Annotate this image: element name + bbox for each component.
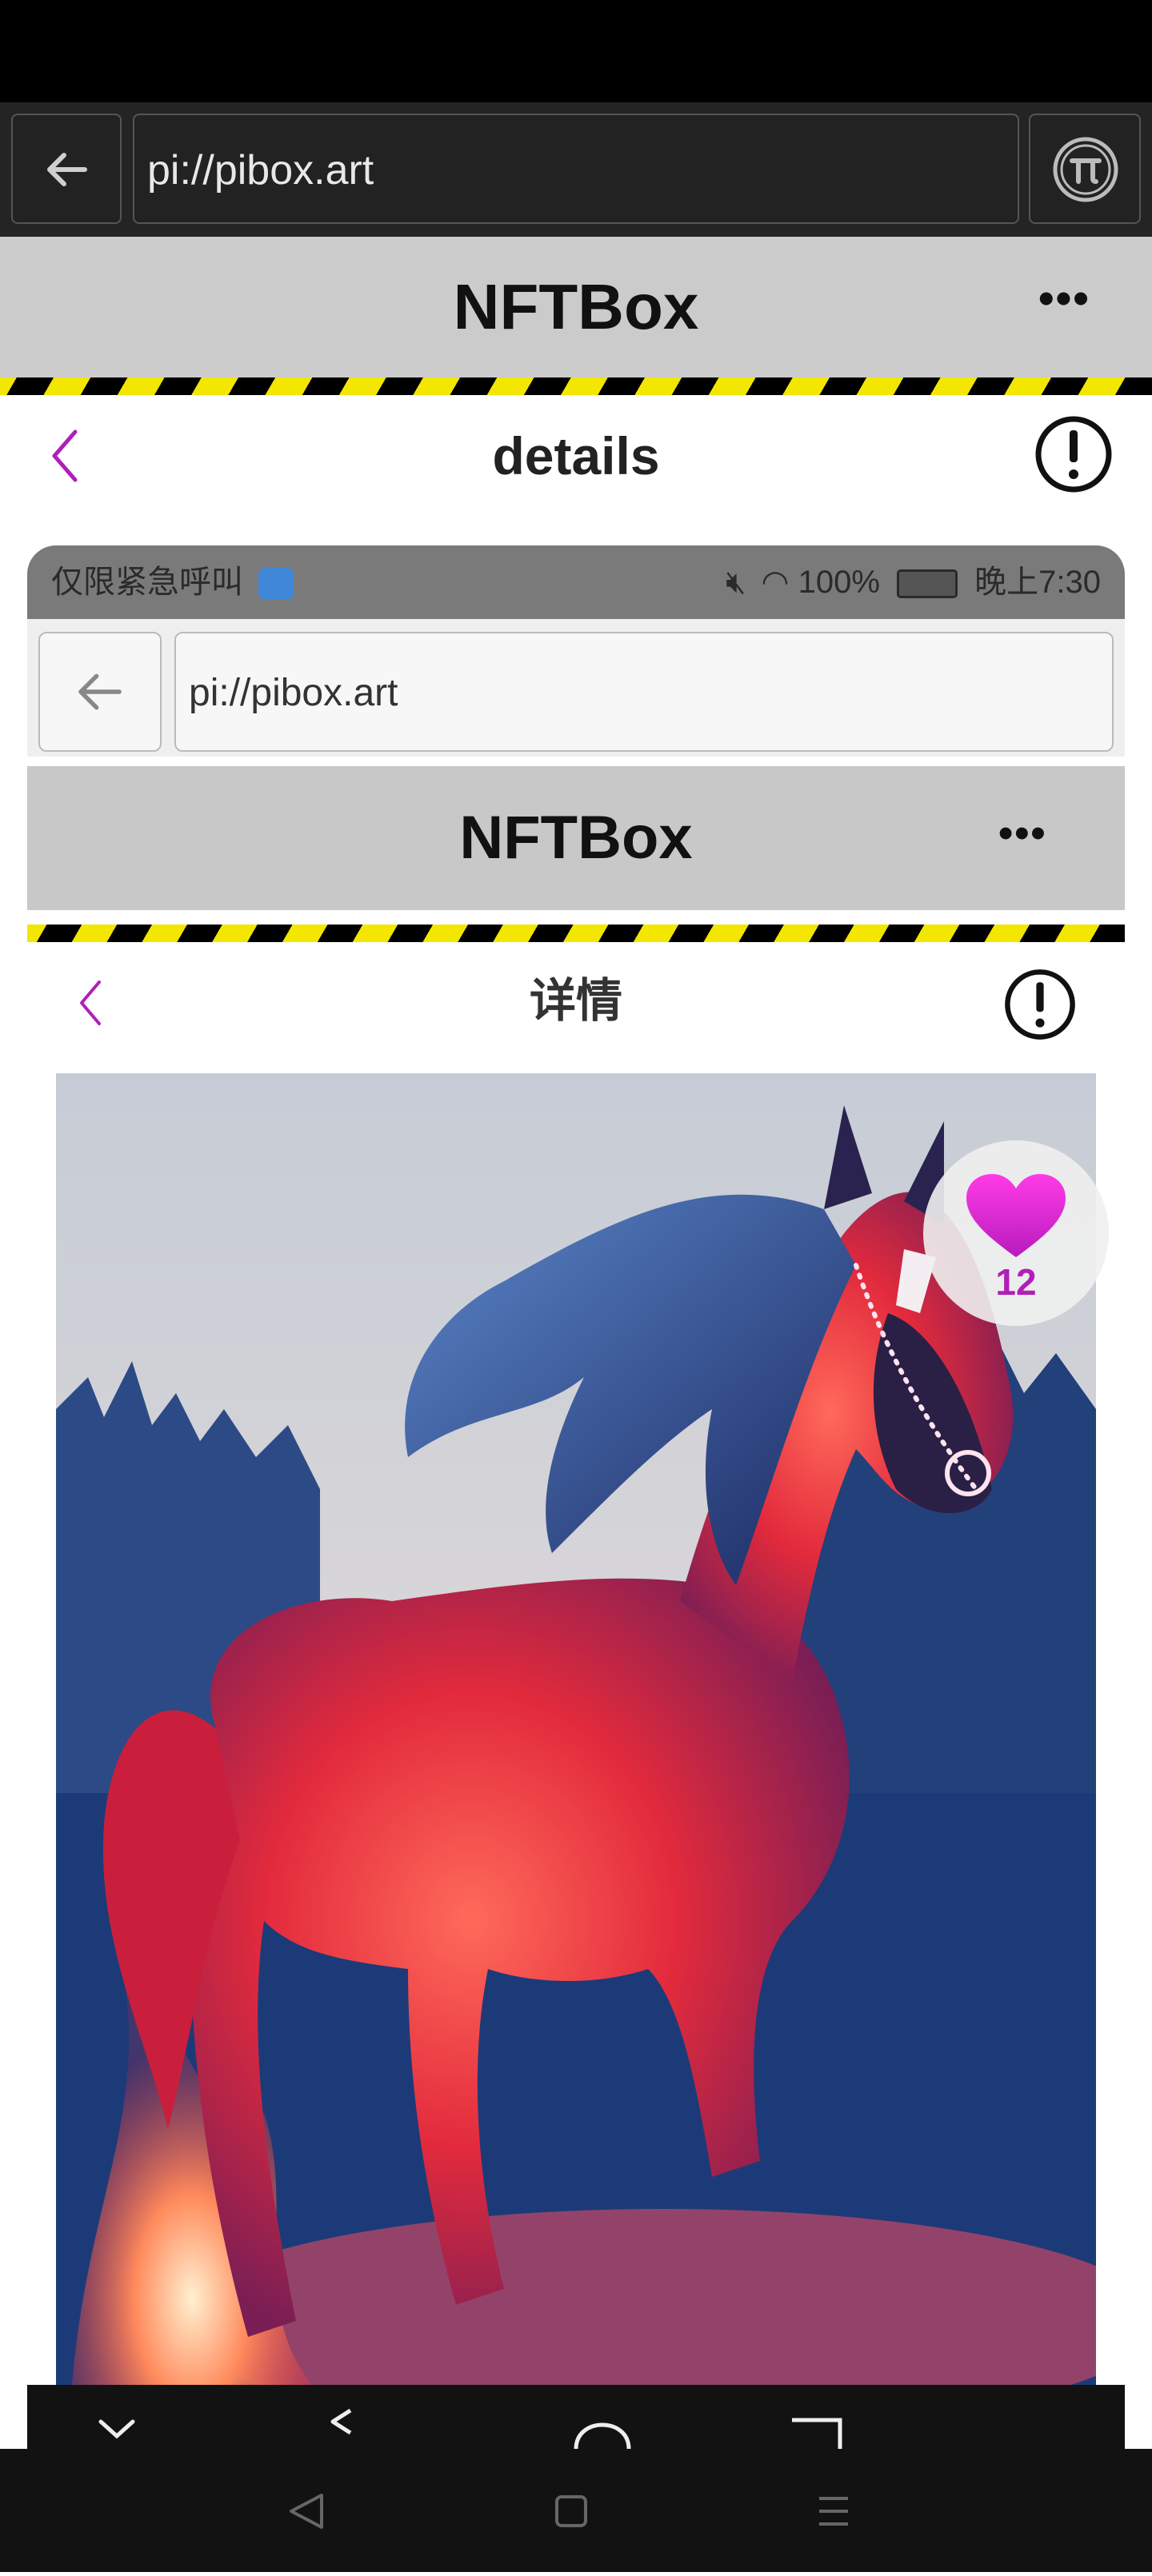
browser-back-button[interactable]	[11, 114, 122, 224]
status-bar	[0, 0, 1152, 102]
nav-back-icon	[290, 2494, 323, 2529]
network-globe-icon	[258, 568, 294, 601]
url-text: pi://pibox.art	[147, 147, 374, 194]
inner-url-field[interactable]: pi://pibox.art	[174, 632, 1114, 752]
inner-navigation-bar	[27, 2385, 1125, 2449]
inner-app-title: NFTBox	[459, 804, 693, 872]
inner-back-button[interactable]	[38, 632, 162, 752]
more-dots-icon[interactable]: •••	[1038, 272, 1090, 324]
battery-icon	[897, 569, 958, 599]
battery-percent: 100%	[798, 565, 880, 600]
like-count: 12	[995, 1261, 1037, 1303]
nav-recents-icon	[819, 2497, 848, 2526]
app-title: NFTBox	[453, 271, 699, 342]
info-circle-icon[interactable]	[1032, 413, 1115, 500]
nav-recents-icon	[792, 2418, 842, 2449]
inner-status-right: 🔇︎ ◠ 100% 晚上7:30	[726, 545, 1101, 619]
inner-details-title: 详情	[529, 975, 622, 1027]
like-badge[interactable]: 12	[923, 1140, 1109, 1326]
nav-back-icon	[330, 2408, 352, 2435]
nav-home-icon	[555, 2495, 587, 2527]
heart-icon	[966, 1174, 1066, 1257]
nav-home-icon	[574, 2422, 631, 2449]
info-circle-icon[interactable]	[1002, 966, 1078, 1047]
pi-browser-button[interactable]	[1029, 114, 1141, 224]
inner-status-left: 仅限紧急呼叫	[51, 545, 294, 619]
embedded-screenshot: 仅限紧急呼叫 🔇︎ ◠ 100% 晚上7:30 pi://pibox.art N…	[27, 545, 1125, 2385]
back-arrow-icon	[78, 673, 122, 710]
emergency-call-text: 仅限紧急呼叫	[51, 565, 243, 600]
inner-hazard-stripe	[27, 925, 1125, 942]
more-dots-icon[interactable]: •••	[998, 809, 1047, 857]
mute-icon: 🔇︎	[726, 565, 746, 600]
url-field[interactable]: pi://pibox.art	[133, 114, 1019, 224]
system-navigation-bar	[0, 2449, 1152, 2572]
status-time: 晚上7:30	[974, 565, 1101, 600]
details-title: details	[492, 426, 660, 485]
wifi-icon: ◠	[761, 565, 790, 600]
hazard-stripe	[0, 377, 1152, 395]
pi-network-icon	[1053, 137, 1118, 202]
back-arrow-icon	[47, 153, 87, 186]
inner-url-text: pi://pibox.art	[189, 672, 398, 714]
